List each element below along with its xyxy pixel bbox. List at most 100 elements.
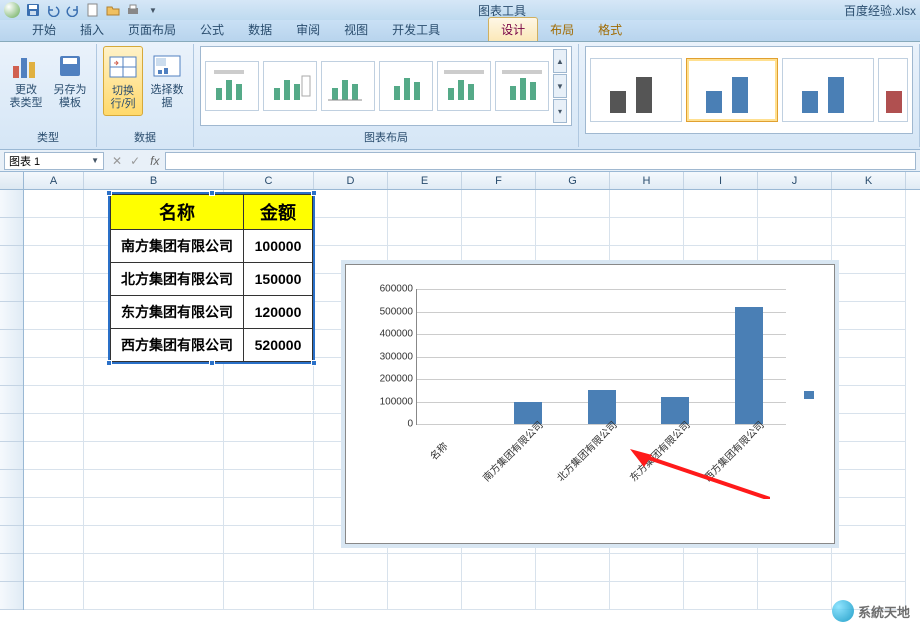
ribbon-group-chart-layouts-label: 图表布局 bbox=[364, 127, 408, 145]
embedded-chart[interactable]: 0100000200000300000400000500000600000名称南… bbox=[345, 264, 835, 544]
layout-option-4[interactable] bbox=[379, 61, 433, 111]
column-header[interactable]: E bbox=[388, 172, 462, 189]
column-header[interactable]: K bbox=[832, 172, 906, 189]
row-header[interactable] bbox=[0, 218, 23, 246]
style-option-1[interactable] bbox=[590, 58, 682, 122]
style-option-3[interactable] bbox=[782, 58, 874, 122]
tab-formulas[interactable]: 公式 bbox=[188, 18, 236, 41]
bar-chart-icon bbox=[10, 50, 42, 82]
formula-input[interactable] bbox=[165, 152, 916, 170]
row-header[interactable] bbox=[0, 414, 23, 442]
formula-enter-icon[interactable]: ✓ bbox=[130, 154, 140, 168]
watermark-globe-icon bbox=[832, 600, 854, 622]
row-header[interactable] bbox=[0, 442, 23, 470]
row-header[interactable] bbox=[0, 302, 23, 330]
row-header[interactable] bbox=[0, 190, 23, 218]
chart-bar[interactable] bbox=[735, 307, 763, 424]
open-icon[interactable] bbox=[106, 3, 120, 17]
tab-data[interactable]: 数据 bbox=[236, 18, 284, 41]
row-header[interactable] bbox=[0, 498, 23, 526]
column-header[interactable]: C bbox=[224, 172, 314, 189]
select-all-corner[interactable] bbox=[0, 172, 24, 189]
layout-option-2[interactable] bbox=[263, 61, 317, 111]
layout-gallery-down[interactable]: ▼ bbox=[553, 74, 567, 98]
chart-y-tick: 600000 bbox=[380, 284, 413, 295]
tab-design[interactable]: 设计 bbox=[488, 17, 538, 41]
layout-gallery-up[interactable]: ▲ bbox=[553, 49, 567, 73]
fx-icon[interactable]: fx bbox=[150, 154, 159, 168]
undo-icon[interactable] bbox=[46, 3, 60, 17]
selection-handle[interactable] bbox=[311, 190, 317, 196]
row-header[interactable] bbox=[0, 386, 23, 414]
layout-option-5[interactable] bbox=[437, 61, 491, 111]
row-headers bbox=[0, 190, 24, 610]
row-header[interactable] bbox=[0, 554, 23, 582]
save-as-template-label: 另存为 模板 bbox=[54, 84, 87, 110]
row-header[interactable] bbox=[0, 470, 23, 498]
ribbon-group-type-label: 类型 bbox=[37, 127, 59, 145]
selected-data-range[interactable]: 名称 金额 南方集团有限公司100000 北方集团有限公司150000 东方集团… bbox=[108, 192, 315, 364]
new-icon[interactable] bbox=[86, 3, 100, 17]
style-option-4[interactable] bbox=[878, 58, 908, 122]
chart-y-tick: 200000 bbox=[380, 374, 413, 385]
selection-handle[interactable] bbox=[209, 190, 215, 196]
column-header[interactable]: H bbox=[610, 172, 684, 189]
selection-handle[interactable] bbox=[209, 360, 215, 366]
column-header[interactable]: D bbox=[314, 172, 388, 189]
selection-handle[interactable] bbox=[106, 190, 112, 196]
column-header[interactable]: I bbox=[684, 172, 758, 189]
column-header[interactable]: A bbox=[24, 172, 84, 189]
tab-insert[interactable]: 插入 bbox=[68, 18, 116, 41]
selection-handle[interactable] bbox=[106, 360, 112, 366]
chart-plot-area[interactable]: 0100000200000300000400000500000600000名称南… bbox=[416, 289, 786, 425]
layout-gallery-more[interactable]: ▾ bbox=[553, 99, 567, 123]
row-header[interactable] bbox=[0, 526, 23, 554]
switch-row-column-label: 切换行/列 bbox=[106, 85, 140, 111]
style-option-2[interactable] bbox=[686, 58, 778, 122]
name-box-value: 图表 1 bbox=[9, 153, 40, 169]
name-box[interactable]: 图表 1 ▼ bbox=[4, 152, 104, 170]
select-data-icon bbox=[151, 50, 183, 82]
qat-dropdown-icon[interactable]: ▼ bbox=[146, 3, 160, 17]
layout-option-1[interactable] bbox=[205, 61, 259, 111]
tab-format[interactable]: 格式 bbox=[586, 18, 634, 41]
office-button[interactable] bbox=[4, 2, 20, 18]
tab-view[interactable]: 视图 bbox=[332, 18, 380, 41]
worksheet-grid[interactable]: ABCDEFGHIJK 名称 金额 南方集团有限公司100000 北方集团有限公… bbox=[0, 172, 920, 628]
tab-layout[interactable]: 布局 bbox=[538, 18, 586, 41]
save-as-template-button[interactable]: 另存为 模板 bbox=[50, 46, 90, 114]
row-header[interactable] bbox=[0, 330, 23, 358]
save-icon[interactable] bbox=[26, 3, 40, 17]
row-header[interactable] bbox=[0, 358, 23, 386]
change-chart-type-button[interactable]: 更改 表类型 bbox=[6, 46, 46, 114]
switch-row-column-button[interactable]: 切换行/列 bbox=[103, 46, 143, 116]
row-header[interactable] bbox=[0, 582, 23, 610]
column-header[interactable]: B bbox=[84, 172, 224, 189]
redo-icon[interactable] bbox=[66, 3, 80, 17]
tab-review[interactable]: 审阅 bbox=[284, 18, 332, 41]
tab-developer[interactable]: 开发工具 bbox=[380, 18, 452, 41]
chart-y-tick: 0 bbox=[407, 419, 413, 430]
quick-access-toolbar: ▼ bbox=[26, 3, 160, 17]
layout-option-6[interactable] bbox=[495, 61, 549, 111]
name-box-dropdown-icon[interactable]: ▼ bbox=[91, 156, 99, 165]
column-header[interactable]: G bbox=[536, 172, 610, 189]
chart-layouts-gallery: ▲ ▼ ▾ bbox=[200, 46, 572, 126]
tab-home[interactable]: 开始 bbox=[20, 18, 68, 41]
print-icon[interactable] bbox=[126, 3, 140, 17]
chart-legend-marker bbox=[804, 391, 814, 399]
row-header[interactable] bbox=[0, 274, 23, 302]
tab-pagelayout[interactable]: 页面布局 bbox=[116, 18, 188, 41]
selection-handle[interactable] bbox=[311, 360, 317, 366]
chart-y-tick: 100000 bbox=[380, 396, 413, 407]
select-data-button[interactable]: 选择数据 bbox=[147, 46, 187, 114]
ribbon-group-chart-styles bbox=[579, 44, 920, 147]
template-icon bbox=[54, 50, 86, 82]
chart-styles-gallery bbox=[585, 46, 913, 134]
column-header[interactable]: F bbox=[462, 172, 536, 189]
column-header[interactable]: J bbox=[758, 172, 832, 189]
layout-option-3[interactable] bbox=[321, 61, 375, 111]
chart-x-label: 北方集团有限公司 bbox=[552, 417, 619, 484]
row-header[interactable] bbox=[0, 246, 23, 274]
formula-cancel-icon[interactable]: ✕ bbox=[112, 154, 122, 168]
